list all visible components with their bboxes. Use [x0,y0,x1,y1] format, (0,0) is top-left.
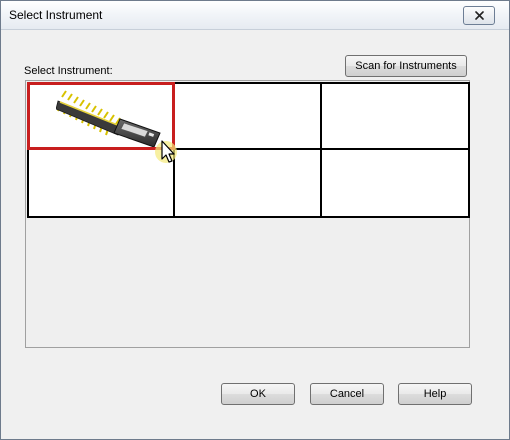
instrument-slot-5[interactable] [173,148,322,218]
window-title: Select Instrument [9,8,103,22]
mouse-cursor-icon [155,140,177,163]
instrument-grid [27,82,470,218]
close-icon [474,11,484,20]
instrument-slot-1[interactable] [27,82,177,163]
scan-for-instruments-button[interactable]: Scan for Instruments [345,55,467,77]
cancel-button[interactable]: Cancel [310,383,384,405]
ok-button[interactable]: OK [221,383,295,405]
instrument-slot-4[interactable] [27,148,175,218]
title-bar[interactable]: Select Instrument [1,1,509,30]
help-button[interactable]: Help [398,383,472,405]
instrument-probe-icon [56,90,161,147]
select-instrument-label: Select Instrument: [24,65,113,77]
close-button[interactable] [463,6,495,25]
instrument-slot-3[interactable] [320,82,470,150]
instrument-panel [25,80,470,348]
instrument-slot-6[interactable] [320,148,470,218]
instrument-slot-2[interactable] [173,82,322,150]
